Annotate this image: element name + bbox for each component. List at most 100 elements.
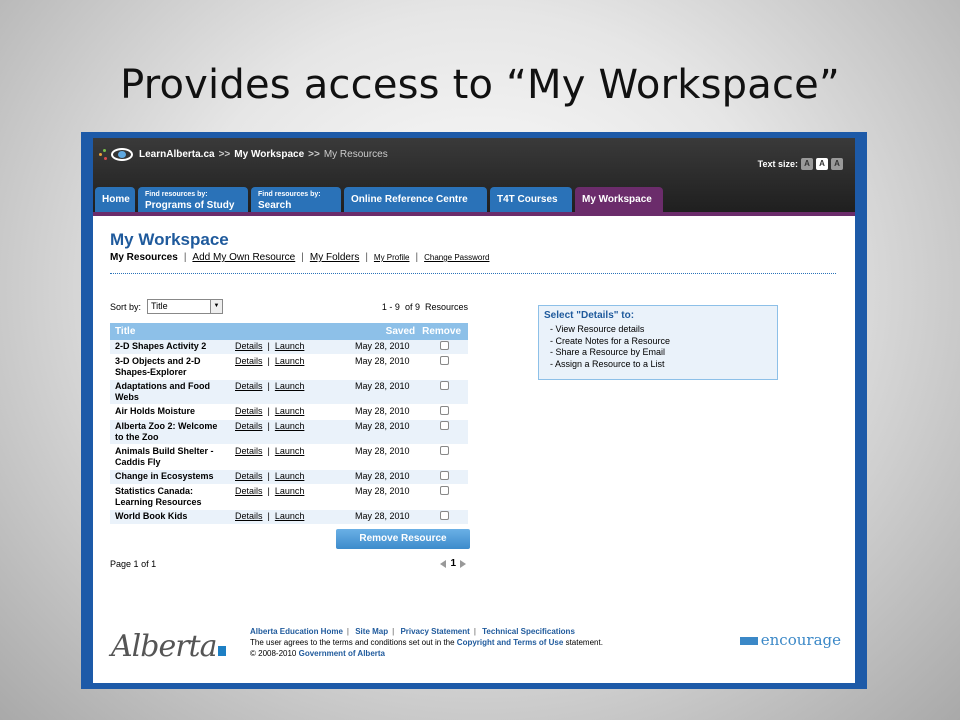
tab-my-workspace[interactable]: My Workspace [575,187,663,212]
remove-checkbox[interactable] [440,381,450,390]
breadcrumb-current: My Resources [323,149,388,160]
remove-checkbox[interactable] [440,471,450,480]
subnav-my-folders-link[interactable]: My Folders [310,252,359,263]
remove-checkbox[interactable] [440,446,450,455]
footer-link-tech-specs[interactable]: Technical Specifications [482,627,575,636]
launch-link[interactable]: Launch [275,486,305,496]
launch-link[interactable]: Launch [275,341,305,351]
text-size-medium-button[interactable]: A [816,158,828,170]
footer-link-site-map[interactable]: Site Map [355,627,388,636]
main-tabs: Home Find resources by: Programs of Stud… [95,187,666,212]
details-item: - Share a Resource by Email [550,347,666,357]
tab-home[interactable]: Home [95,187,135,212]
details-link[interactable]: Details [235,471,263,481]
subnav-change-password-link[interactable]: Change Password [424,253,489,262]
details-link[interactable]: Details [235,356,263,366]
remove-checkbox[interactable] [440,511,450,520]
copyright-years: © 2008-2010 [250,649,297,658]
details-link[interactable]: Details [235,446,263,456]
sort-row: Sort by: Title ▼ 1 - 9 of 9 Resources [110,299,468,314]
text-size-label: Text size: [757,159,798,169]
row-remove-cell [417,354,468,380]
column-title-header[interactable]: Title [110,323,230,340]
alberta-logo[interactable]: Alberta [111,629,226,664]
row-title: Statistics Canada: Learning Resources [110,484,230,510]
text-size-large-button[interactable]: A [831,158,843,170]
remove-resource-button[interactable]: Remove Resource [336,529,470,549]
previous-page-icon[interactable] [440,559,447,568]
page-total: 1 [151,558,157,569]
row-saved-date: May 28, 2010 [350,509,418,525]
row-title: Alberta Zoo 2: Welcome to the Zoo [110,419,230,445]
action-separator: | [267,486,270,496]
subnav-my-profile-link[interactable]: My Profile [374,253,410,262]
remove-checkbox[interactable] [440,406,450,415]
row-remove-cell [417,469,468,485]
alberta-logo-text: Alberta [111,629,217,664]
subnav-separator: | [365,252,368,263]
breadcrumb-workspace[interactable]: My Workspace [234,149,304,160]
workspace-subnav: My Resources | Add My Own Resource | My … [110,252,855,263]
tab-caption: Find resources by: [258,190,321,198]
action-separator: | [267,421,270,431]
subnav-add-resource-link[interactable]: Add My Own Resource [192,252,295,263]
encourage-logo[interactable]: encourage [739,631,841,649]
main-content: My Workspace My Resources | Add My Own R… [93,216,855,569]
launch-link[interactable]: Launch [275,356,305,366]
tab-reference-label: Online Reference Centre [351,194,468,205]
remove-checkbox[interactable] [440,356,450,365]
remove-checkbox[interactable] [440,421,450,430]
launch-link[interactable]: Launch [275,471,305,481]
row-title: World Book Kids [110,509,230,525]
details-link[interactable]: Details [235,511,263,521]
learnalberta-logo-icon[interactable] [99,147,135,162]
result-range: 1 - 9 [381,301,400,312]
row-saved-date: May 28, 2010 [350,419,418,445]
row-actions: Details | Launch [230,340,350,355]
launch-link[interactable]: Launch [275,381,305,391]
remove-checkbox[interactable] [440,486,450,495]
launch-link[interactable]: Launch [275,421,305,431]
tab-programs-of-study[interactable]: Find resources by: Programs of Study [138,187,248,212]
table-row: Animals Build Shelter - Caddis Fly Detail… [110,444,468,470]
current-page[interactable]: 1 [450,558,456,569]
tab-t4t-courses[interactable]: T4T Courses [490,187,572,212]
site-header: LearnAlberta.ca >> My Workspace >> My Re… [93,138,855,212]
launch-link[interactable]: Launch [275,406,305,416]
action-separator: | [267,341,270,351]
copyright-org-link[interactable]: Government of Alberta [299,649,385,658]
terms-link[interactable]: Copyright and Terms of Use [457,638,564,647]
table-row: World Book Kids Details | Launch May 28, 201… [110,509,468,525]
footer-links: Alberta Education Home | Site Map | Privac… [250,627,575,636]
breadcrumb: LearnAlberta.ca >> My Workspace >> My Re… [99,147,388,162]
details-link[interactable]: Details [235,421,263,431]
launch-link[interactable]: Launch [275,511,305,521]
footer-link-education-home[interactable]: Alberta Education Home [250,627,343,636]
page-number: 1 [133,558,139,569]
details-link[interactable]: Details [235,486,263,496]
sort-select[interactable]: Title ▼ [147,299,224,314]
next-page-icon[interactable] [460,559,466,568]
result-total: of 9 [404,301,420,312]
row-remove-cell [417,419,468,445]
row-remove-cell [417,444,468,470]
row-saved-date: May 28, 2010 [350,340,418,355]
resources-table: Title Saved Remove 2-D Shapes Activity 2… [110,323,468,525]
result-count: 1 - 9 of 9 Resources [382,302,468,312]
tab-search[interactable]: Find resources by: Search [251,187,341,212]
text-size-small-button[interactable]: A [801,158,813,170]
details-link[interactable]: Details [235,341,263,351]
launch-link[interactable]: Launch [275,446,305,456]
site-footer: Alberta Alberta Education Home | Site Map… [93,625,855,670]
page-label: Page [110,558,132,569]
breadcrumb-site[interactable]: LearnAlberta.ca [139,149,215,160]
tab-online-reference-centre[interactable]: Online Reference Centre [344,187,487,212]
column-saved-header[interactable]: Saved [350,323,418,340]
column-actions-header [230,323,350,340]
footer-link-privacy[interactable]: Privacy Statement [400,627,469,636]
remove-checkbox[interactable] [440,341,450,350]
details-link[interactable]: Details [235,406,263,416]
tab-home-label: Home [102,194,130,205]
details-link[interactable]: Details [235,381,263,391]
row-actions: Details | Launch [230,404,350,420]
